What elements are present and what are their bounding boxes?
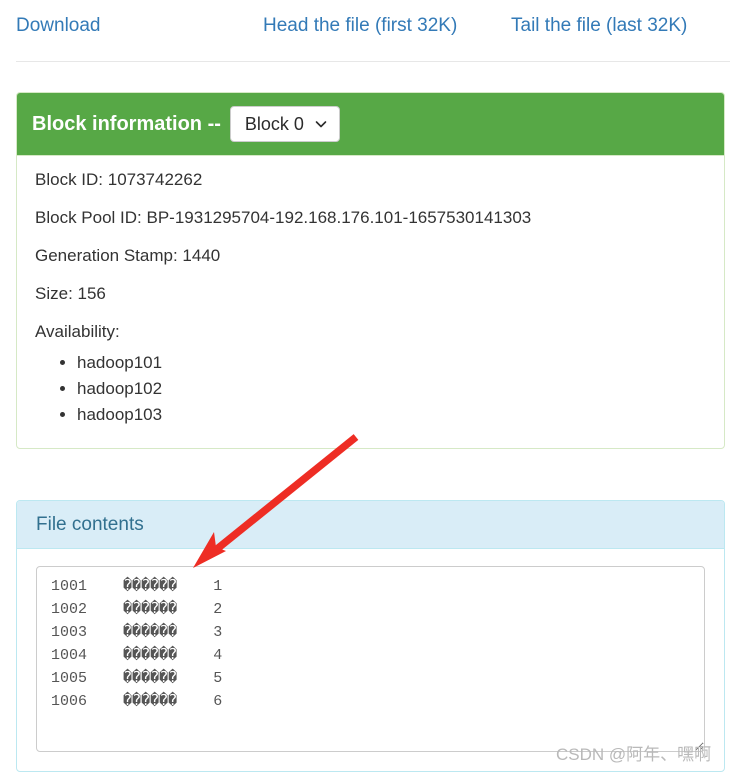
tail-file-link[interactable]: Tail the file (last 32K): [511, 15, 687, 37]
file-actions-toolbar: Download Head the file (first 32K) Tail …: [0, 0, 746, 61]
availability-label: Availability:: [35, 322, 120, 341]
list-item: hadoop103: [77, 402, 706, 428]
file-contents-panel: File contents: [16, 500, 725, 772]
block-information-title: Block information --: [32, 113, 221, 135]
head-file-link[interactable]: Head the file (first 32K): [263, 15, 457, 37]
block-size-text: Size: 156: [35, 284, 106, 303]
generation-stamp-text: Generation Stamp: 1440: [35, 246, 221, 265]
availability-list: hadoop101 hadoop102 hadoop103: [35, 350, 706, 428]
list-item: hadoop102: [77, 376, 706, 402]
block-select[interactable]: Block 0: [229, 106, 340, 142]
block-information-header: Block information -- Block 0: [17, 93, 724, 156]
file-contents-body: [17, 549, 724, 771]
block-id-text: Block ID: 1073742262: [35, 170, 203, 189]
block-information-body: Block ID: 1073742262 Block Pool ID: BP-1…: [17, 156, 724, 448]
list-item: hadoop101: [77, 350, 706, 376]
block-information-panel: Block information -- Block 0 Block ID: 1…: [16, 92, 725, 449]
toolbar-divider: [16, 61, 730, 62]
file-contents-title: File contents: [36, 514, 144, 535]
file-contents-textarea[interactable]: [36, 566, 705, 752]
file-contents-header: File contents: [17, 501, 724, 549]
block-pool-id-text: Block Pool ID: BP-1931295704-192.168.176…: [35, 208, 532, 227]
download-link[interactable]: Download: [16, 15, 101, 37]
block-select-wrapper: Block 0: [229, 106, 340, 142]
